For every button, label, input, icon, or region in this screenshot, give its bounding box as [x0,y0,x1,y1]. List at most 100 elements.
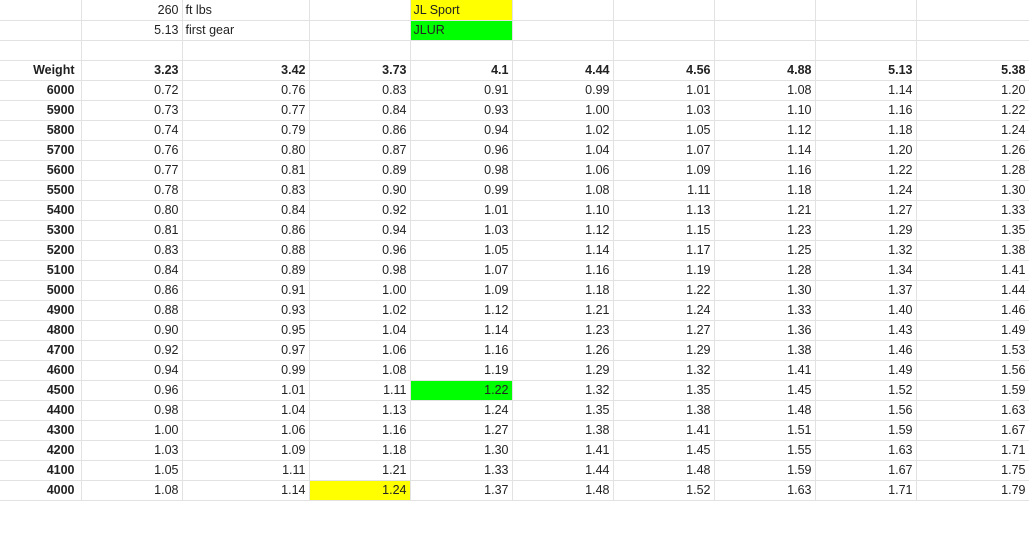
ratio-cell[interactable]: 1.19 [613,260,715,281]
row-weight[interactable]: 5500 [0,180,82,201]
ratio-cell[interactable]: 1.79 [916,480,1029,501]
row-weight[interactable]: 5300 [0,220,82,241]
ratio-cell[interactable]: 1.03 [613,100,715,121]
ratio-cell[interactable]: 1.44 [916,280,1029,301]
ratio-cell[interactable]: 1.19 [410,360,513,381]
ratio-cell[interactable]: 1.08 [309,360,411,381]
ratio-cell[interactable]: 1.36 [714,320,816,341]
ratio-cell[interactable]: 0.76 [81,140,183,161]
ratio-cell[interactable]: 0.84 [309,100,411,121]
ratio-cell[interactable]: 1.04 [309,320,411,341]
row-weight[interactable]: 5200 [0,240,82,261]
cell-empty[interactable] [309,40,411,61]
ratio-cell[interactable]: 1.00 [81,420,183,441]
ratio-cell[interactable]: 1.53 [916,340,1029,361]
ratio-cell[interactable]: 1.41 [613,420,715,441]
cell-torque-unit[interactable]: ft lbs [182,0,310,21]
ratio-cell[interactable]: 1.45 [613,440,715,461]
ratio-cell[interactable]: 0.84 [81,260,183,281]
highlighted-ratio-cell[interactable]: 1.24 [309,480,411,501]
ratio-cell[interactable]: 1.18 [512,280,614,301]
ratio-cell[interactable]: 1.67 [916,420,1029,441]
ratio-cell[interactable]: 1.48 [512,480,614,501]
ratio-cell[interactable]: 1.56 [916,360,1029,381]
highlighted-ratio-cell[interactable]: 1.22 [410,380,513,401]
ratio-cell[interactable]: 0.92 [81,340,183,361]
row-weight[interactable]: 4800 [0,320,82,341]
ratio-cell[interactable]: 0.74 [81,120,183,141]
row-weight[interactable]: 5900 [0,100,82,121]
cell-empty[interactable] [916,0,1029,21]
ratio-cell[interactable]: 1.30 [410,440,513,461]
ratio-cell[interactable]: 1.71 [815,480,917,501]
ratio-cell[interactable]: 1.32 [613,360,715,381]
ratio-cell[interactable]: 1.48 [613,460,715,481]
ratio-cell[interactable]: 1.46 [815,340,917,361]
ratio-cell[interactable]: 1.55 [714,440,816,461]
ratio-cell[interactable]: 1.35 [512,400,614,421]
header-ratio-0[interactable]: 3.23 [81,60,183,81]
ratio-cell[interactable]: 1.05 [613,120,715,141]
ratio-cell[interactable]: 1.03 [81,440,183,461]
row-weight[interactable]: 4000 [0,480,82,501]
row-weight[interactable]: 5100 [0,260,82,281]
ratio-cell[interactable]: 1.26 [916,140,1029,161]
ratio-cell[interactable]: 0.81 [81,220,183,241]
ratio-cell[interactable]: 1.63 [815,440,917,461]
ratio-cell[interactable]: 1.38 [714,340,816,361]
ratio-cell[interactable]: 1.35 [613,380,715,401]
ratio-cell[interactable]: 1.29 [815,220,917,241]
ratio-cell[interactable]: 1.34 [815,260,917,281]
ratio-cell[interactable]: 1.13 [613,200,715,221]
ratio-cell[interactable]: 1.49 [916,320,1029,341]
ratio-cell[interactable]: 1.18 [309,440,411,461]
ratio-cell[interactable]: 1.20 [815,140,917,161]
cell-empty[interactable] [182,40,310,61]
ratio-cell[interactable]: 1.41 [714,360,816,381]
ratio-cell[interactable]: 1.16 [815,100,917,121]
ratio-cell[interactable]: 1.27 [613,320,715,341]
header-ratio-4[interactable]: 4.44 [512,60,614,81]
ratio-cell[interactable]: 1.07 [410,260,513,281]
ratio-cell[interactable]: 0.88 [182,240,310,261]
ratio-cell[interactable]: 0.90 [309,180,411,201]
header-ratio-7[interactable]: 5.13 [815,60,917,81]
ratio-cell[interactable]: 0.94 [410,120,513,141]
cell-empty[interactable] [81,40,183,61]
row-weight[interactable]: 4400 [0,400,82,421]
ratio-cell[interactable]: 1.29 [512,360,614,381]
cell-empty[interactable] [613,40,715,61]
ratio-cell[interactable]: 0.99 [182,360,310,381]
ratio-cell[interactable]: 1.09 [613,160,715,181]
ratio-cell[interactable]: 1.59 [714,460,816,481]
cell-empty[interactable] [512,0,614,21]
ratio-cell[interactable]: 1.59 [815,420,917,441]
cell-empty[interactable] [916,20,1029,41]
ratio-cell[interactable]: 0.95 [182,320,310,341]
ratio-cell[interactable]: 1.49 [815,360,917,381]
ratio-cell[interactable]: 1.38 [916,240,1029,261]
ratio-cell[interactable]: 1.15 [613,220,715,241]
ratio-cell[interactable]: 1.00 [512,100,614,121]
ratio-cell[interactable]: 1.41 [512,440,614,461]
ratio-cell[interactable]: 1.04 [512,140,614,161]
ratio-cell[interactable]: 0.80 [81,200,183,221]
cell-empty[interactable] [410,40,513,61]
ratio-cell[interactable]: 0.83 [309,80,411,101]
row-weight[interactable]: 4700 [0,340,82,361]
ratio-cell[interactable]: 1.21 [714,200,816,221]
cell-empty[interactable] [512,20,614,41]
ratio-cell[interactable]: 1.01 [182,380,310,401]
ratio-cell[interactable]: 1.28 [916,160,1029,181]
row-weight[interactable]: 5600 [0,160,82,181]
ratio-cell[interactable]: 1.32 [512,380,614,401]
ratio-cell[interactable]: 1.14 [410,320,513,341]
ratio-cell[interactable]: 1.06 [512,160,614,181]
ratio-cell[interactable]: 1.08 [714,80,816,101]
ratio-cell[interactable]: 0.93 [182,300,310,321]
ratio-cell[interactable]: 1.33 [916,200,1029,221]
ratio-cell[interactable]: 1.22 [815,160,917,181]
ratio-cell[interactable]: 0.80 [182,140,310,161]
ratio-cell[interactable]: 1.05 [81,460,183,481]
row-weight[interactable]: 4200 [0,440,82,461]
